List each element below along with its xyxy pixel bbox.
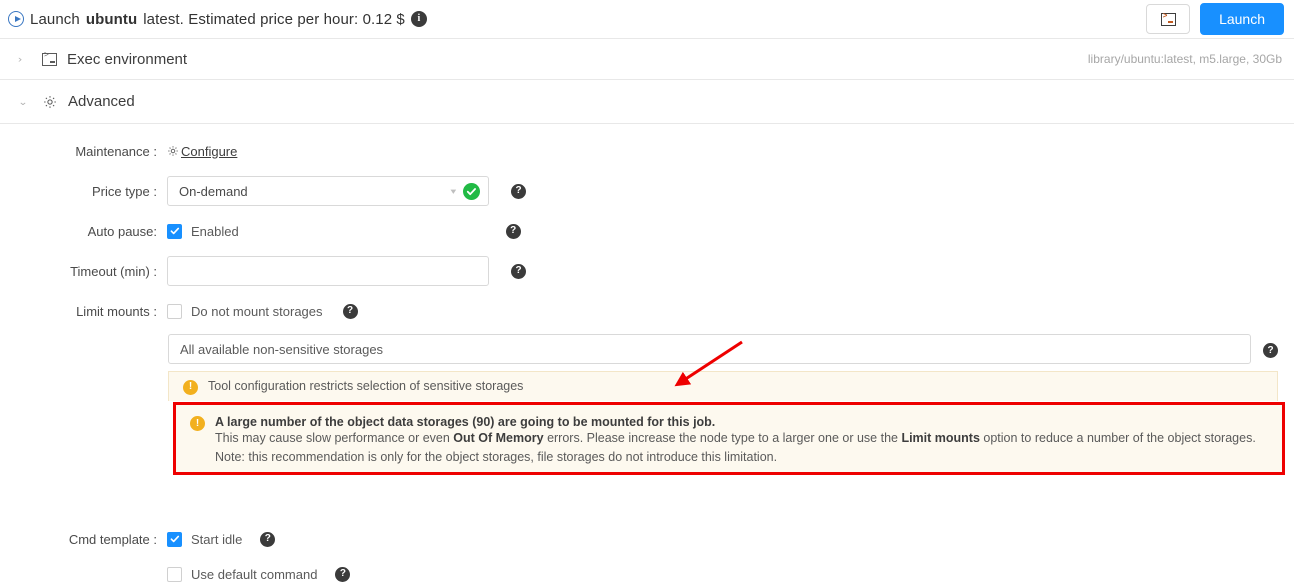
maintenance-label: Maintenance :	[75, 143, 157, 159]
line2-part1: This may cause slow performance or even	[215, 431, 454, 445]
gear-icon	[42, 94, 58, 110]
auto-pause-row: Auto pause: Enabled ?	[0, 218, 1294, 244]
header-actions: Launch	[1146, 3, 1284, 35]
chevron-down-icon: ⌄	[18, 95, 29, 108]
terminal-button[interactable]	[1146, 4, 1191, 34]
exec-environment-summary: library/ubuntu:latest, m5.large, 30Gb	[1087, 52, 1282, 66]
line2-bold2: Limit mounts	[901, 431, 980, 445]
price-type-help-icon[interactable]: ?	[511, 183, 526, 199]
cmd-template-row: Cmd template : Start idle ?	[0, 526, 1294, 552]
maintenance-row: Maintenance : Configure	[0, 138, 1294, 164]
line2-bold1: Out Of Memory	[453, 431, 544, 445]
page-title: Launch ubuntu latest. Estimated price pe…	[8, 11, 427, 28]
page-header: Launch ubuntu latest. Estimated price pe…	[0, 0, 1294, 38]
header-tool-name: ubuntu	[85, 10, 138, 28]
auto-pause-checkbox-label: Enabled	[191, 223, 239, 239]
price-type-label: Price type :	[91, 183, 157, 199]
auto-pause-label: Auto pause:	[87, 223, 157, 239]
large-storages-warning-title: A large number of the object data storag…	[215, 415, 716, 429]
sensitive-storages-warning: ! Tool configuration restricts selection…	[168, 371, 1278, 401]
advanced-label: Advanced	[68, 93, 135, 110]
exec-environment-panel-header[interactable]: › Exec environment library/ubuntu:latest…	[0, 38, 1294, 80]
large-storages-warning-body: A large number of the object data storag…	[215, 415, 1256, 467]
limit-mounts-checkbox-label: Do not mount storages	[191, 303, 323, 319]
use-default-command-help-icon[interactable]: ?	[335, 566, 351, 582]
play-circle-icon[interactable]	[8, 11, 24, 27]
storages-input-wrap	[168, 334, 1251, 364]
header-text-after: latest. Estimated price per hour: 0.12 $	[143, 10, 405, 28]
advanced-panel-header[interactable]: ⌄ Advanced	[0, 80, 1294, 124]
console-icon	[42, 51, 57, 66]
limit-mounts-help-icon[interactable]: ?	[342, 303, 358, 319]
gear-icon-small	[167, 145, 179, 157]
cmd-template-control: Start idle ?	[167, 531, 276, 547]
large-storages-warning: ! A large number of the object data stor…	[173, 402, 1285, 475]
large-storages-warning-line2: This may cause slow performance or even …	[215, 429, 1256, 448]
price-type-row: Price type : On-demand ▾ ?	[0, 176, 1294, 206]
advanced-form: Maintenance : Configure Price type : On-…	[0, 124, 1294, 587]
auto-pause-help-icon[interactable]: ?	[505, 223, 521, 239]
start-idle-label: Start idle	[191, 531, 243, 547]
launch-button[interactable]: Launch	[1200, 3, 1284, 35]
warning-icon: !	[190, 416, 205, 431]
timeout-control: ?	[167, 256, 526, 286]
chevron-down-icon: ▾	[450, 186, 456, 196]
use-default-command-checkbox[interactable]	[167, 566, 182, 582]
price-type-control: On-demand ▾ ?	[167, 176, 526, 206]
timeout-help-icon[interactable]: ?	[511, 263, 526, 279]
use-default-command-control: Use default command ?	[167, 566, 351, 582]
limit-mounts-row: Limit mounts : Do not mount storages ?	[0, 298, 1294, 324]
timeout-label: Timeout (min) :	[70, 263, 157, 279]
limit-mounts-label: Limit mounts :	[76, 303, 157, 319]
price-type-value: On-demand	[179, 183, 248, 199]
cmd-template-label: Cmd template :	[68, 531, 157, 547]
auto-pause-checkbox[interactable]	[167, 223, 182, 239]
maintenance-configure-text: Configure	[181, 143, 238, 159]
exec-environment-label: Exec environment	[67, 50, 188, 68]
auto-pause-control: Enabled ?	[167, 223, 521, 239]
timeout-row: Timeout (min) : ?	[0, 256, 1294, 286]
header-text-before: Launch	[30, 10, 80, 28]
limit-mounts-checkbox[interactable]	[167, 303, 182, 319]
timeout-input[interactable]	[167, 256, 489, 286]
maintenance-configure-link[interactable]: Configure	[167, 144, 237, 159]
line2-part2: errors. Please increase the node type to…	[543, 431, 902, 445]
use-default-command-row: Use default command ?	[0, 561, 1294, 587]
storages-input[interactable]	[168, 334, 1251, 364]
chevron-right-icon: ›	[18, 53, 22, 65]
large-storages-warning-line3: Note: this recommendation is only for th…	[215, 450, 778, 464]
start-idle-checkbox[interactable]	[167, 531, 182, 547]
storages-help-icon[interactable]: ?	[1263, 343, 1278, 358]
price-type-select[interactable]: On-demand ▾	[167, 176, 489, 206]
maintenance-control: Configure	[167, 144, 237, 159]
start-idle-help-icon[interactable]: ?	[260, 531, 276, 547]
limit-mounts-control: Do not mount storages ?	[167, 303, 358, 319]
valid-check-icon	[463, 182, 480, 200]
info-icon[interactable]: i	[410, 11, 427, 27]
terminal-icon	[1160, 12, 1176, 26]
warning-icon: !	[183, 379, 198, 395]
use-default-command-label: Use default command	[191, 566, 318, 582]
sensitive-storages-warning-text: Tool configuration restricts selection o…	[208, 379, 524, 393]
line2-part3: option to reduce a number of the object …	[979, 431, 1256, 445]
